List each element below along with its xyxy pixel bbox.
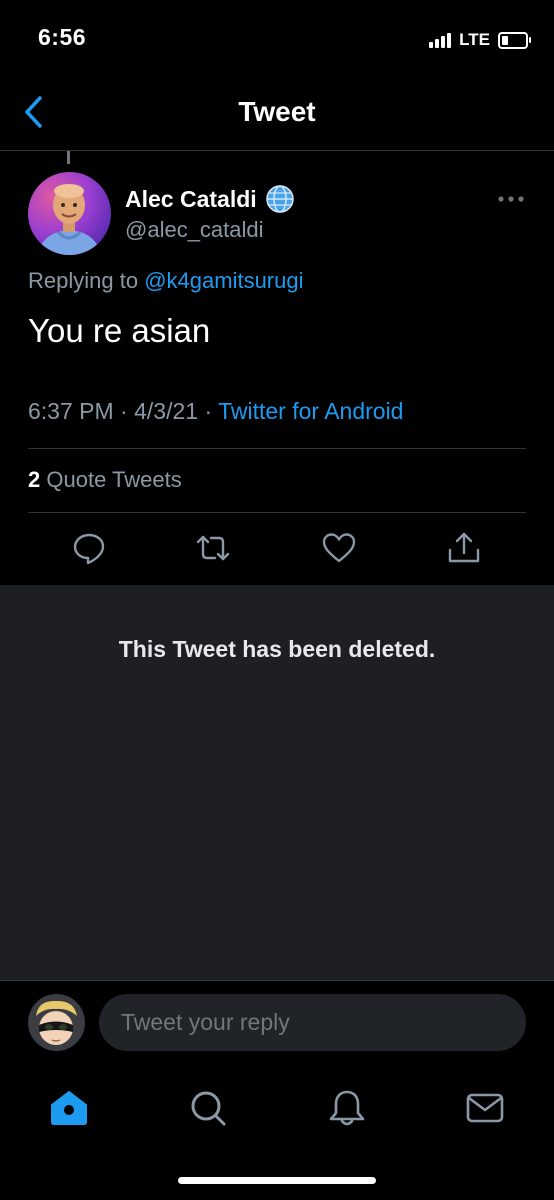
deleted-notice: This Tweet has been deleted.: [118, 636, 436, 662]
notifications-icon[interactable]: [327, 1088, 367, 1128]
tweet-time: 6:37 PM: [28, 398, 114, 424]
thread-connector: [67, 151, 70, 164]
divider: [0, 980, 554, 981]
search-icon[interactable]: [188, 1088, 228, 1128]
battery-icon: [498, 31, 531, 49]
retweet-icon[interactable]: [195, 530, 231, 566]
quote-tweets-link[interactable]: 2 Quote Tweets: [28, 467, 182, 493]
tweet-source-link[interactable]: Twitter for Android: [218, 398, 403, 424]
home-indicator: [178, 1177, 376, 1184]
header-divider: [0, 150, 554, 151]
more-options-icon[interactable]: [497, 188, 525, 210]
network-type: LTE: [459, 30, 490, 49]
signal-icon: [429, 32, 452, 48]
meta-separator: ·: [204, 398, 213, 424]
divider: [28, 512, 526, 513]
divider: [28, 448, 526, 449]
author-handle[interactable]: @alec_cataldi: [125, 217, 264, 243]
status-indicators: LTE: [429, 30, 531, 50]
quote-label: Quote Tweets: [46, 467, 182, 492]
messages-icon[interactable]: [465, 1088, 505, 1128]
tweet-date: 4/3/21: [134, 398, 199, 424]
replying-to: Replying to @k4gamitsurugi: [28, 268, 304, 294]
author-name[interactable]: Alec Cataldi: [125, 186, 257, 213]
home-icon[interactable]: [49, 1088, 89, 1128]
like-icon[interactable]: [321, 530, 357, 566]
author-name-row[interactable]: Alec Cataldi: [125, 184, 295, 214]
user-avatar[interactable]: [28, 994, 85, 1051]
reply-input[interactable]: Tweet your reply: [99, 994, 526, 1051]
share-icon[interactable]: [446, 530, 482, 566]
reply-icon[interactable]: [71, 530, 107, 566]
replying-prefix: Replying to: [28, 268, 139, 293]
author-avatar[interactable]: [28, 172, 111, 255]
tweet-text: You re asian: [28, 312, 211, 349]
replying-mention-link[interactable]: @k4gamitsurugi: [144, 268, 303, 293]
quote-count: 2: [28, 467, 41, 492]
tweet-meta: 6:37 PM · 4/3/21 · Twitter for Android: [28, 398, 403, 425]
page-title: Tweet: [238, 96, 316, 127]
status-time: 6:56: [38, 24, 87, 50]
globe-icon: [265, 185, 294, 213]
meta-separator: ·: [120, 398, 128, 424]
